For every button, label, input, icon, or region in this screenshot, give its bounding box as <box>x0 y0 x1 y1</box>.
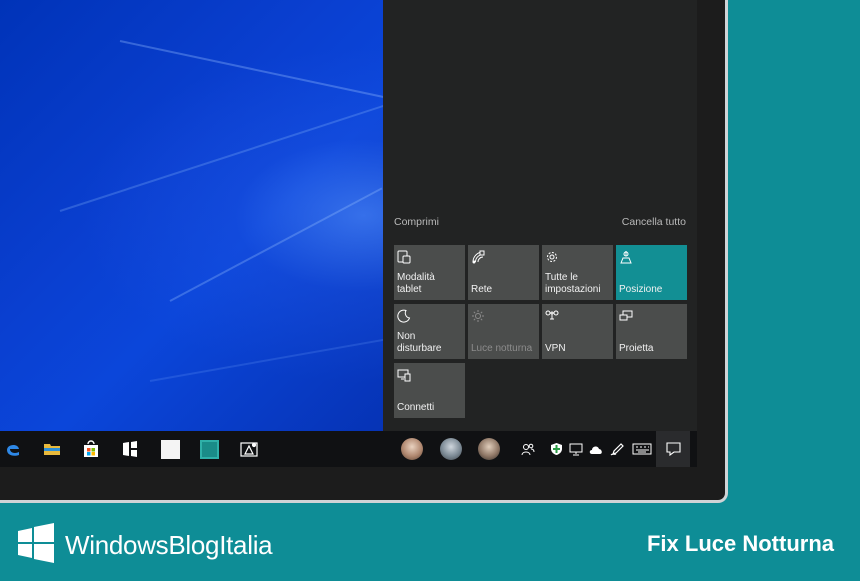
project-icon <box>619 310 633 321</box>
tile-project[interactable]: Proietta <box>616 304 687 359</box>
people-avatar[interactable] <box>401 438 423 460</box>
taskbar <box>0 431 697 467</box>
network-monitor-icon <box>569 443 583 456</box>
taskbar-blank-app[interactable] <box>151 431 189 467</box>
tile-quiet-hours[interactable]: Non disturbare <box>394 304 465 359</box>
tray-keyboard[interactable] <box>629 431 655 467</box>
people-icon <box>521 443 535 456</box>
tablet-mode-icon <box>397 250 411 264</box>
defender-icon <box>550 443 562 455</box>
app-icon <box>123 441 137 457</box>
collapse-link[interactable]: Comprimi <box>394 216 439 228</box>
tile-label: Luce notturna <box>471 343 533 354</box>
tray-defender[interactable] <box>546 431 566 467</box>
tile-all-settings[interactable]: Tutte le impostazioni <box>542 245 613 300</box>
tile-connect[interactable]: Connetti <box>394 363 465 418</box>
windows-logo-icon <box>18 523 54 563</box>
people-avatar[interactable] <box>440 438 462 460</box>
taskbar-edge[interactable] <box>0 431 32 467</box>
store-icon <box>84 440 98 457</box>
site-name: WindowsBlogItalia <box>65 530 273 560</box>
tray-pen[interactable] <box>607 431 627 467</box>
taskbar-teal-app[interactable] <box>190 431 228 467</box>
action-center-header: Comprimi Cancella tutto <box>394 216 686 228</box>
action-center: Comprimi Cancella tutto Modalità tablet <box>383 0 697 431</box>
tile-label: Posizione <box>619 284 663 295</box>
blank-app-icon <box>160 439 180 459</box>
device-frame: Comprimi Cancella tutto Modalità tablet <box>0 0 728 503</box>
tile-label: VPN <box>545 343 566 354</box>
moon-icon <box>397 309 411 323</box>
notification-icon <box>665 442 681 456</box>
tile-label: Connetti <box>397 402 435 413</box>
people-avatar[interactable] <box>478 438 500 460</box>
paint-icon <box>240 442 258 457</box>
pen-icon <box>610 443 624 456</box>
teal-app-icon <box>199 439 219 459</box>
tray-onedrive[interactable] <box>586 431 606 467</box>
keyboard-icon <box>632 443 652 455</box>
screen: Comprimi Cancella tutto Modalità tablet <box>0 0 697 467</box>
taskbar-file-explorer[interactable] <box>33 431 71 467</box>
tile-label: Tutte le impostazioni <box>545 272 601 295</box>
article-caption: Fix Luce Notturna <box>646 531 834 556</box>
vpn-icon <box>545 310 559 320</box>
tile-label: Modalità tablet <box>397 272 435 295</box>
desktop-wallpaper <box>0 0 414 431</box>
tile-label: Proietta <box>619 343 654 354</box>
quick-actions-grid: Modalità tablet Rete Tutte le impostazio… <box>394 245 687 418</box>
tile-label: Non disturbare <box>397 331 442 354</box>
tile-location[interactable]: Posizione <box>616 245 687 300</box>
clear-all-link[interactable]: Cancella tutto <box>622 216 686 228</box>
tile-vpn[interactable]: VPN <box>542 304 613 359</box>
notification-button[interactable] <box>656 431 690 467</box>
taskbar-paint[interactable] <box>230 431 268 467</box>
onedrive-icon <box>589 445 602 454</box>
tile-night-light[interactable]: Luce notturna <box>468 304 539 359</box>
tile-tablet-mode[interactable]: Modalità tablet <box>394 245 465 300</box>
tile-label: Rete <box>471 284 493 295</box>
tile-network[interactable]: Rete <box>468 245 539 300</box>
tray-network[interactable] <box>566 431 586 467</box>
location-icon <box>620 251 632 264</box>
connect-icon <box>397 369 411 382</box>
taskbar-store[interactable] <box>72 431 110 467</box>
tray-people[interactable] <box>517 431 539 467</box>
file-explorer-icon <box>44 444 60 455</box>
edge-icon <box>7 444 19 456</box>
network-icon <box>472 250 485 264</box>
sun-icon <box>472 310 484 322</box>
gear-icon <box>547 252 557 262</box>
taskbar-app[interactable] <box>111 431 149 467</box>
